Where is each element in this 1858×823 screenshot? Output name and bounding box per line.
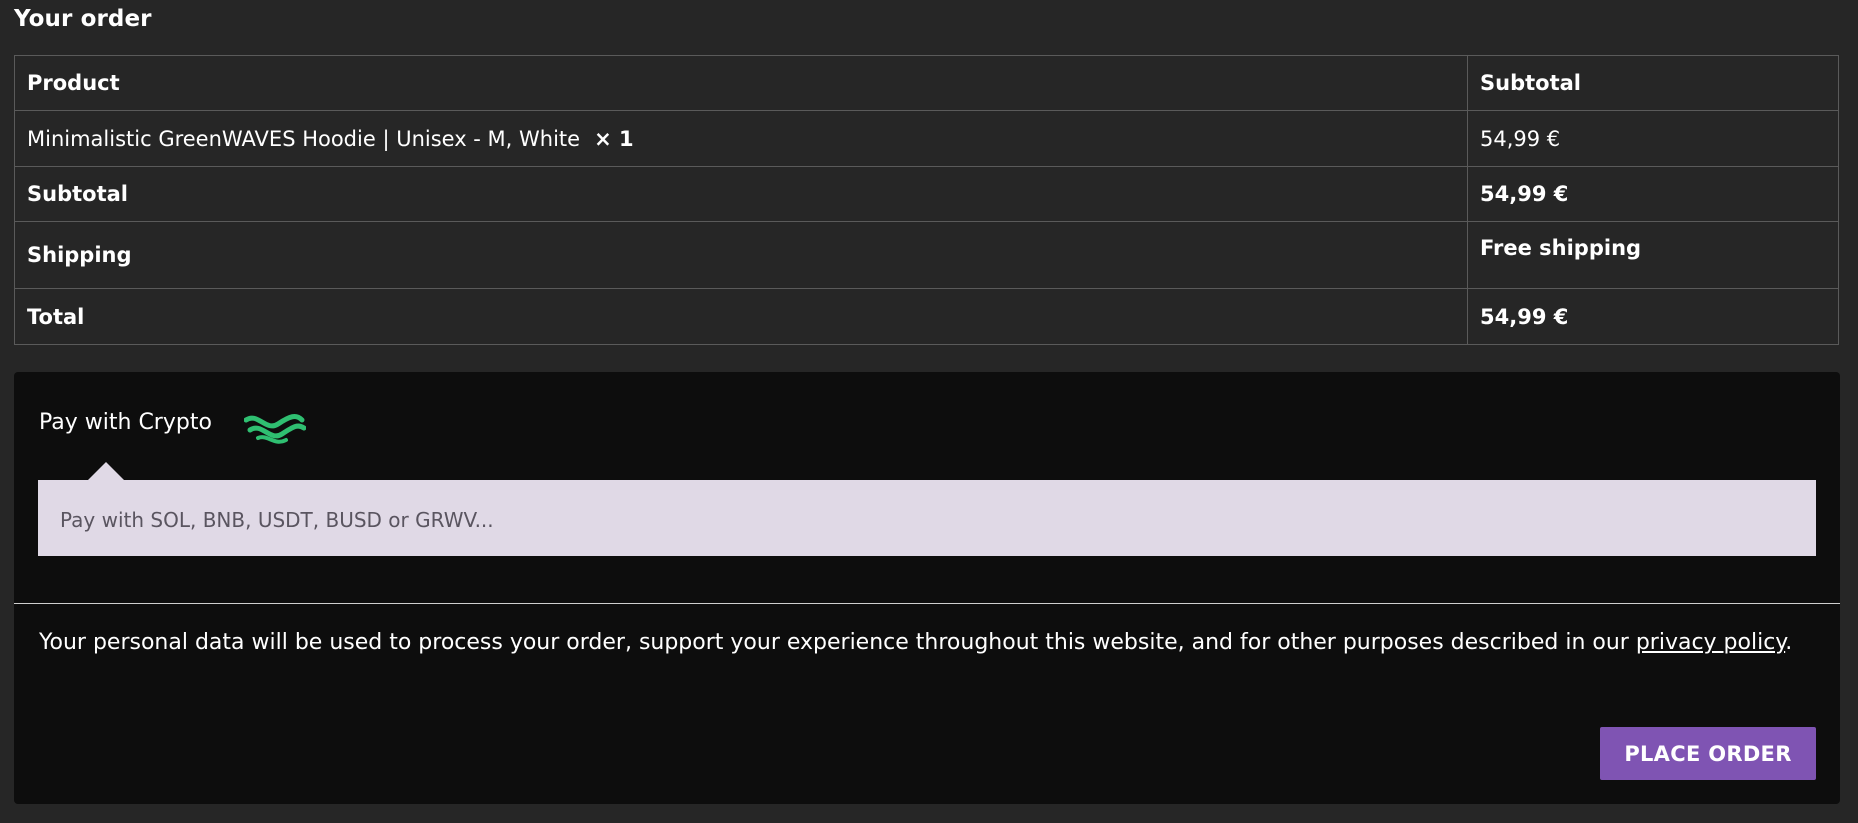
cart-subtotal-value: 54,99 € <box>1467 166 1839 222</box>
cart-subtotal-label: Subtotal <box>14 166 1468 222</box>
order-total-label: Total <box>14 288 1468 345</box>
order-total-row: Total 54,99 € <box>14 288 1839 345</box>
shipping-label: Shipping <box>14 221 1468 289</box>
privacy-policy-link[interactable]: privacy policy <box>1636 630 1785 655</box>
table-header-row: Product Subtotal <box>14 55 1839 111</box>
privacy-text-end: . <box>1785 630 1793 655</box>
greenwaves-logo-icon <box>243 412 307 446</box>
payment-panel: Pay with Crypto Pay with SOL, BNB, USDT,… <box>14 372 1840 804</box>
product-cell: Minimalistic GreenWAVES Hoodie | Unisex … <box>14 110 1468 167</box>
checkout-page: Your order Product Subtotal Minimalistic… <box>0 0 1858 823</box>
privacy-notice: Your personal data will be used to proce… <box>39 627 1799 659</box>
table-row: Minimalistic GreenWAVES Hoodie | Unisex … <box>14 110 1839 167</box>
order-total-value: 54,99 € <box>1467 288 1839 345</box>
privacy-text: Your personal data will be used to proce… <box>39 630 1636 655</box>
product-quantity: × 1 <box>594 126 634 151</box>
cart-subtotal-row: Subtotal 54,99 € <box>14 166 1839 222</box>
product-name: Minimalistic GreenWAVES Hoodie | Unisex … <box>27 126 581 151</box>
order-review-table: Product Subtotal Minimalistic GreenWAVES… <box>14 55 1839 345</box>
section-divider <box>14 603 1840 604</box>
subtotal-column-header: Subtotal <box>1467 55 1839 111</box>
payment-box-pointer <box>88 462 124 480</box>
shipping-row: Shipping Free shipping <box>14 221 1839 289</box>
place-order-button[interactable]: PLACE ORDER <box>1600 727 1816 780</box>
payment-method-description: Pay with SOL, BNB, USDT, BUSD or GRWV... <box>60 508 494 532</box>
payment-method-label: Pay with Crypto <box>39 410 212 435</box>
product-subtotal: 54,99 € <box>1467 110 1839 167</box>
shipping-value: Free shipping <box>1467 221 1839 289</box>
order-heading: Your order <box>14 6 152 32</box>
payment-method-crypto[interactable]: Pay with Crypto <box>39 410 212 435</box>
product-column-header: Product <box>14 55 1468 111</box>
